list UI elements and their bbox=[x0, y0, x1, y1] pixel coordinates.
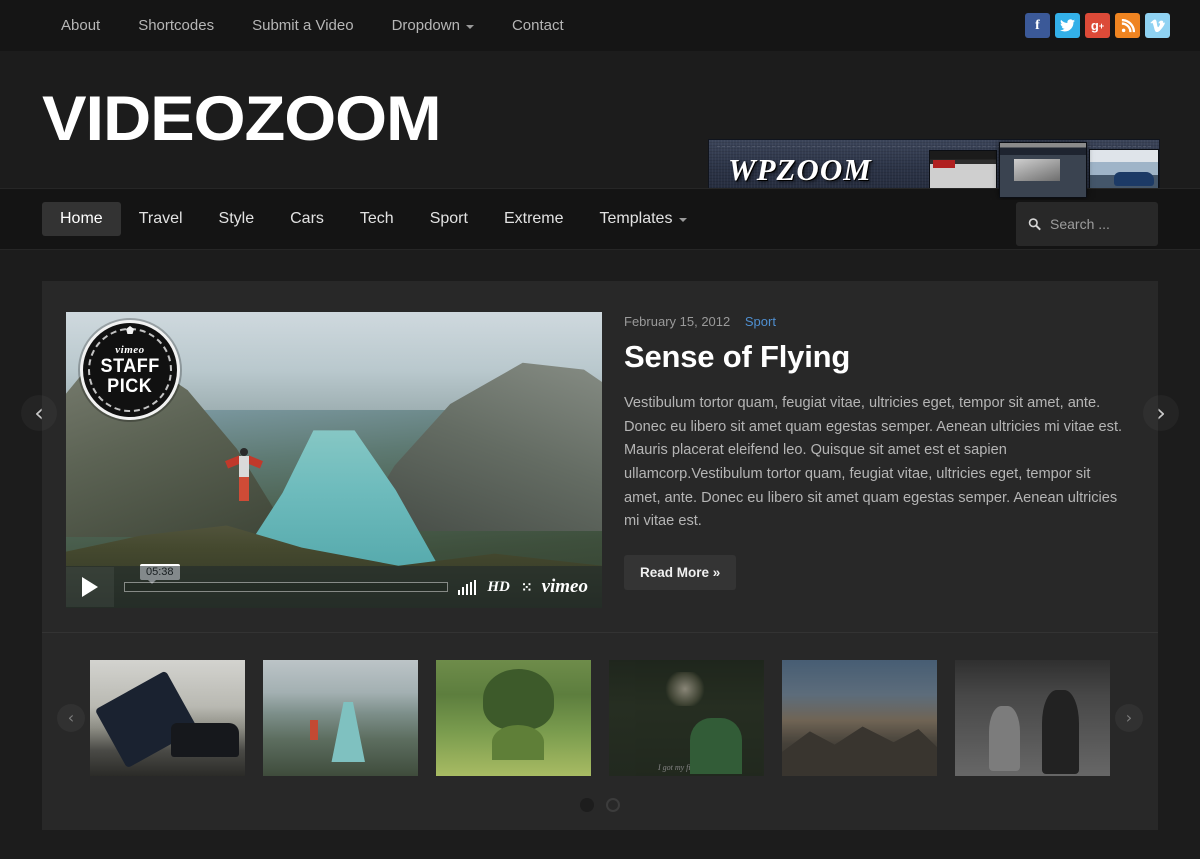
video-controls-right: HD ⁙ vimeo bbox=[458, 576, 592, 598]
nav-label: Tech bbox=[359, 210, 394, 227]
rss-icon[interactable] bbox=[1115, 13, 1140, 38]
article-title: Sense of Flying bbox=[624, 339, 851, 374]
video-wingsuit-person bbox=[224, 448, 263, 502]
thumb-car-crash[interactable] bbox=[90, 660, 245, 776]
featured-panel: vimeo STAFF PICK 05:38 HD ⁙ vimeo bbox=[42, 281, 1158, 830]
video-player[interactable]: vimeo STAFF PICK 05:38 HD ⁙ vimeo bbox=[66, 312, 602, 608]
nav-item-extreme[interactable]: Extreme bbox=[486, 202, 582, 236]
article-excerpt: Vestibulum tortor quam, feugiat vitae, u… bbox=[624, 395, 1123, 530]
nav-item-style[interactable]: Style bbox=[201, 202, 273, 236]
thumb-fjord-wingsuit[interactable] bbox=[263, 660, 418, 776]
featured-slide: vimeo STAFF PICK 05:38 HD ⁙ vimeo bbox=[42, 281, 1158, 632]
facebook-icon[interactable]: f bbox=[1025, 13, 1050, 38]
banner-shot-3 bbox=[1089, 149, 1159, 191]
nav-label: Cars bbox=[290, 210, 324, 227]
search-box[interactable] bbox=[1016, 202, 1158, 246]
nav-label: Extreme bbox=[503, 210, 564, 227]
topnav-label: Submit a Video bbox=[252, 17, 354, 34]
chevron-down-icon bbox=[679, 218, 688, 222]
google-plus-icon[interactable]: g + bbox=[1085, 13, 1110, 38]
topnav-item-about[interactable]: About bbox=[42, 17, 119, 34]
badge-brand: vimeo bbox=[115, 344, 145, 357]
main-navigation-items: Home Travel Style Cars Tech Sport Extrem… bbox=[42, 202, 705, 236]
social-links: f g + bbox=[1025, 13, 1170, 38]
nav-item-home[interactable]: Home bbox=[42, 202, 121, 236]
top-navigation: About Shortcodes Submit a Video Dropdown… bbox=[42, 17, 583, 34]
nav-label: Travel bbox=[138, 210, 183, 227]
topnav-label: Dropdown bbox=[391, 17, 460, 34]
topnav-label: About bbox=[61, 17, 101, 34]
thumb-caption: I got my first kiss. bbox=[657, 763, 716, 772]
twitter-icon[interactable] bbox=[1055, 13, 1080, 38]
read-more-button[interactable]: Read More » bbox=[624, 554, 737, 590]
article-meta-line: February 15, 2012 Sport bbox=[624, 314, 1127, 329]
carousel-next-button[interactable]: › bbox=[1115, 703, 1143, 732]
thumb-green-hill[interactable] bbox=[436, 660, 591, 776]
banner-shot-2 bbox=[998, 142, 1088, 198]
nav-label: Sport bbox=[429, 210, 468, 227]
nav-label: Home bbox=[60, 210, 103, 227]
vimeo-logo[interactable]: vimeo bbox=[542, 576, 588, 598]
site-header: VIDEOZOOM WPZOOM bbox=[0, 51, 1200, 201]
carousel-pagination bbox=[42, 798, 1158, 812]
badge-line-1: STAFF bbox=[100, 356, 160, 378]
badge-line-2: PICK bbox=[107, 375, 153, 397]
slider-prev-button[interactable]: ‹ bbox=[21, 395, 57, 431]
play-button[interactable] bbox=[66, 567, 114, 607]
carousel-thumbs: I got my first kiss. bbox=[42, 660, 1158, 776]
carousel-dot-1[interactable] bbox=[580, 798, 594, 812]
fullscreen-icon[interactable]: ⁙ bbox=[521, 579, 533, 596]
chevron-down-icon bbox=[465, 24, 474, 29]
topnav-label: Shortcodes bbox=[138, 17, 215, 34]
badge-star-icon bbox=[126, 326, 134, 334]
thumb-street-bw[interactable] bbox=[955, 660, 1110, 776]
nav-item-sport[interactable]: Sport bbox=[412, 202, 486, 236]
topnav-item-dropdown[interactable]: Dropdown bbox=[373, 17, 493, 34]
content-wrapper: ‹ › vimeo STAFF PICK HD ⁙ vimeo February… bbox=[0, 250, 1200, 830]
banner-shot-1 bbox=[929, 150, 997, 190]
search-icon bbox=[1028, 218, 1041, 231]
topnav-item-submit-a-video[interactable]: Submit a Video bbox=[233, 17, 372, 34]
volume-icon[interactable] bbox=[458, 579, 477, 595]
nav-label: Templates bbox=[599, 210, 673, 227]
nav-label: Style bbox=[218, 210, 255, 227]
article-category-link[interactable]: Sport bbox=[745, 314, 776, 329]
article-date: February 15, 2012 bbox=[624, 314, 731, 329]
slider-next-button[interactable]: › bbox=[1143, 395, 1179, 431]
banner-ad-word: WPZOOM bbox=[728, 152, 872, 187]
site-logo[interactable]: VIDEOZOOM bbox=[42, 88, 442, 151]
thumb-children[interactable]: I got my first kiss. bbox=[609, 660, 764, 776]
topnav-item-shortcodes[interactable]: Shortcodes bbox=[119, 17, 233, 34]
video-controls: HD ⁙ vimeo bbox=[66, 566, 602, 608]
carousel-prev-button[interactable]: ‹ bbox=[57, 703, 85, 732]
video-progress-bar[interactable] bbox=[124, 582, 449, 592]
top-bar: About Shortcodes Submit a Video Dropdown… bbox=[0, 0, 1200, 51]
topnav-item-contact[interactable]: Contact bbox=[493, 17, 583, 34]
nav-item-cars[interactable]: Cars bbox=[272, 202, 342, 236]
search-input[interactable] bbox=[1050, 216, 1146, 232]
featured-article-meta: February 15, 2012 Sport Sense of Flying … bbox=[624, 312, 1127, 608]
nav-item-templates[interactable]: Templates bbox=[582, 202, 706, 236]
nav-item-travel[interactable]: Travel bbox=[121, 202, 201, 236]
vimeo-icon[interactable] bbox=[1145, 13, 1170, 38]
carousel-dot-2[interactable] bbox=[606, 798, 620, 812]
nav-item-tech[interactable]: Tech bbox=[342, 202, 412, 236]
thumbnail-carousel: ‹ › I got my first kiss. bbox=[42, 632, 1158, 830]
play-icon bbox=[82, 577, 98, 597]
thumb-mountain-sunset[interactable] bbox=[782, 660, 937, 776]
topnav-label: Contact bbox=[511, 17, 564, 34]
hd-toggle[interactable]: HD bbox=[487, 579, 510, 596]
vimeo-staff-pick-badge: vimeo STAFF PICK bbox=[80, 320, 180, 420]
